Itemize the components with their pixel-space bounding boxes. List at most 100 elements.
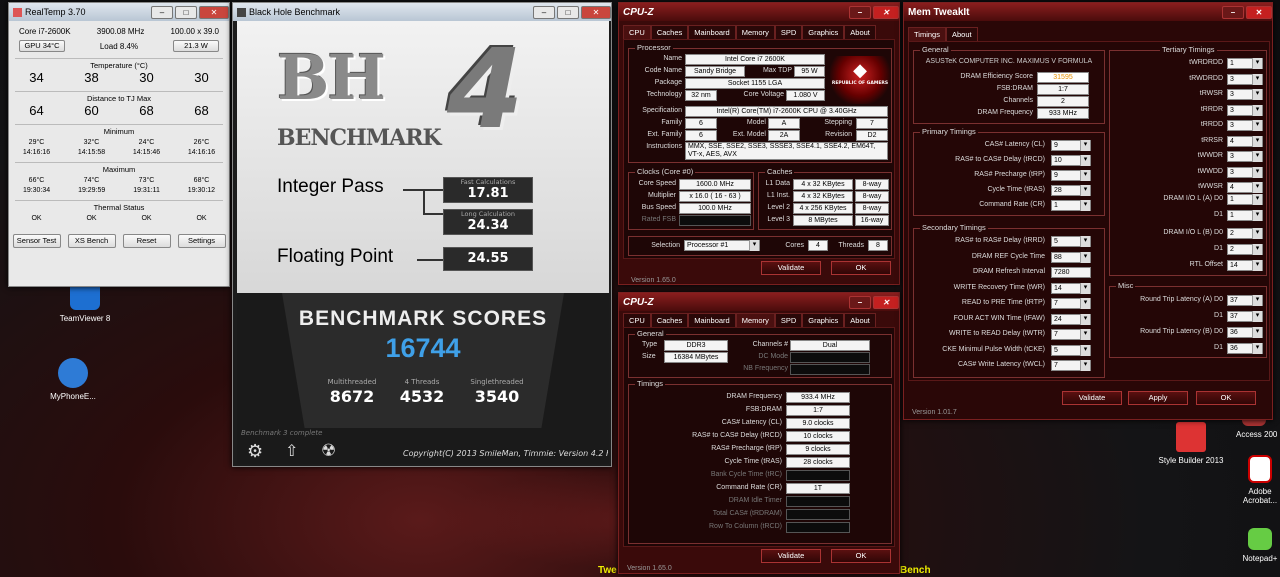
- minimize-button[interactable]: –: [151, 5, 173, 19]
- desktop-icon-style-builder[interactable]: Style Builder 2013: [1156, 422, 1226, 465]
- secondary-label: DRAM Refresh Interval: [973, 268, 1045, 275]
- close-button[interactable]: ✕: [873, 295, 899, 309]
- upload-icon[interactable]: ⇧: [285, 441, 298, 460]
- secondary-select[interactable]: 88: [1051, 251, 1091, 263]
- stepping-value: 7: [856, 118, 888, 129]
- maximize-button[interactable]: □: [557, 5, 579, 19]
- primary-select[interactable]: 1: [1051, 200, 1091, 211]
- tertiary-select[interactable]: 3: [1227, 120, 1263, 131]
- tab-caches[interactable]: Caches: [650, 25, 689, 39]
- minimize-button[interactable]: –: [1222, 5, 1244, 19]
- rtl-a-d0-select[interactable]: 37: [1227, 295, 1263, 306]
- validate-button[interactable]: Validate: [761, 549, 821, 563]
- tab-cpu[interactable]: CPU: [623, 25, 651, 39]
- tab-spd[interactable]: SPD: [774, 313, 803, 327]
- minimum-title: Minimum: [15, 124, 223, 136]
- tab-caches[interactable]: Caches: [650, 313, 689, 327]
- tab-memory[interactable]: Memory: [735, 25, 775, 39]
- secondary-select[interactable]: 14: [1051, 282, 1091, 294]
- secondary-select[interactable]: 7: [1051, 360, 1091, 371]
- tertiary-select[interactable]: 4: [1227, 182, 1263, 193]
- l2-value: 4 x 256 KBytes: [793, 203, 853, 214]
- thermal-status: OK: [31, 215, 42, 222]
- l3-value: 8 MBytes: [793, 215, 853, 226]
- tertiary-select[interactable]: 3: [1227, 104, 1263, 116]
- secondary-select[interactable]: 24: [1051, 313, 1091, 325]
- gpu-button[interactable]: GPU 34°C: [19, 40, 65, 52]
- timing-value: 933.4 MHz: [786, 392, 850, 403]
- xs-bench-button[interactable]: XS Bench: [67, 234, 116, 248]
- tab-spd[interactable]: SPD: [774, 25, 803, 39]
- minimize-button[interactable]: –: [849, 5, 871, 19]
- tab-memory[interactable]: Memory: [735, 313, 775, 327]
- dram-io-a-d1-select[interactable]: 1: [1227, 210, 1263, 221]
- cpuz-titlebar[interactable]: CPU-Z – ✕: [619, 3, 899, 21]
- desktop-icon-notepad[interactable]: Notepad+: [1240, 528, 1280, 563]
- rtl-offset-select[interactable]: 14: [1227, 260, 1263, 271]
- cpuz-titlebar[interactable]: CPU-Z – ✕: [619, 293, 899, 311]
- close-button[interactable]: ✕: [1246, 5, 1272, 19]
- primary-select[interactable]: 10: [1051, 155, 1091, 166]
- settings-gear-icon[interactable]: ⚙: [247, 441, 263, 462]
- tertiary-select[interactable]: 3: [1227, 151, 1263, 162]
- tertiary-select[interactable]: 4: [1227, 135, 1263, 147]
- rtl-b-d1-select[interactable]: 36: [1227, 343, 1263, 354]
- secondary-select[interactable]: 7: [1051, 298, 1091, 309]
- desktop-icon-acrobat[interactable]: Adobe Acrobat...: [1240, 455, 1280, 505]
- label: Type: [642, 341, 658, 348]
- style-builder-icon: [1176, 422, 1206, 452]
- minimum-times: 14:16:16 14:15:58 14:15:46 14:16:16: [9, 149, 229, 156]
- validate-button[interactable]: Validate: [1062, 391, 1122, 405]
- label: RTL Offset: [1189, 261, 1223, 268]
- tab-graphics[interactable]: Graphics: [802, 313, 845, 327]
- secondary-select[interactable]: 5: [1051, 344, 1091, 356]
- radiation-icon[interactable]: ☢: [321, 441, 336, 461]
- label: Revision: [825, 131, 852, 138]
- dram-io-a-d0-select[interactable]: 1: [1227, 194, 1263, 205]
- tab-graphics[interactable]: Graphics: [802, 25, 845, 39]
- reset-button[interactable]: Reset: [122, 234, 171, 248]
- secondary-select[interactable]: 5: [1051, 236, 1091, 247]
- close-button[interactable]: ✕: [199, 5, 229, 19]
- tab-mainboard[interactable]: Mainboard: [688, 25, 736, 39]
- primary-select[interactable]: 9: [1051, 140, 1091, 151]
- tab-about[interactable]: About: [945, 27, 978, 41]
- primary-select[interactable]: 28: [1051, 185, 1091, 196]
- tab-about[interactable]: About: [844, 25, 876, 39]
- close-button[interactable]: ✕: [873, 5, 899, 19]
- minimize-button[interactable]: –: [533, 5, 555, 19]
- rtl-b-d0-select[interactable]: 36: [1227, 327, 1263, 338]
- sensor-test-button[interactable]: Sensor Test: [12, 234, 61, 248]
- tertiary-select[interactable]: 1: [1227, 58, 1263, 69]
- dram-io-b-d1-select[interactable]: 2: [1227, 244, 1263, 255]
- bh-titlebar[interactable]: Black Hole Benchmark – □ ✕: [233, 3, 611, 21]
- label: Stepping: [824, 119, 852, 126]
- memtweakit-titlebar[interactable]: Mem TweakIt – ✕: [904, 3, 1272, 21]
- ok-button[interactable]: OK: [1196, 391, 1256, 405]
- desktop-icon-myphone[interactable]: MyPhoneE...: [33, 358, 113, 401]
- maximize-button[interactable]: □: [175, 5, 197, 19]
- primary-select[interactable]: 9: [1051, 170, 1091, 181]
- tab-mainboard[interactable]: Mainboard: [688, 313, 736, 327]
- processor-select[interactable]: Processor #1: [684, 240, 760, 251]
- tab-about[interactable]: About: [844, 313, 876, 327]
- rtl-a-d1-select[interactable]: 37: [1227, 311, 1263, 322]
- close-button[interactable]: ✕: [581, 5, 611, 19]
- validate-button[interactable]: Validate: [761, 261, 821, 275]
- settings-button[interactable]: Settings: [177, 234, 226, 248]
- minimize-button[interactable]: –: [849, 295, 871, 309]
- timing-value: 9 clocks: [786, 444, 850, 455]
- desktop-icon-label: Access 200: [1236, 430, 1278, 439]
- secondary-select[interactable]: 7: [1051, 329, 1091, 340]
- apply-button[interactable]: Apply: [1128, 391, 1188, 405]
- tab-cpu[interactable]: CPU: [623, 313, 651, 327]
- power-button[interactable]: 21.3 W: [172, 40, 219, 52]
- tab-timings[interactable]: Timings: [908, 27, 946, 41]
- realtemp-titlebar[interactable]: RealTemp 3.70 – □ ✕: [9, 3, 229, 21]
- tertiary-select[interactable]: 3: [1227, 73, 1263, 85]
- tertiary-select[interactable]: 3: [1227, 166, 1263, 178]
- ok-button[interactable]: OK: [831, 261, 891, 275]
- ok-button[interactable]: OK: [831, 549, 891, 563]
- dram-io-b-d0-select[interactable]: 2: [1227, 228, 1263, 239]
- tertiary-select[interactable]: 3: [1227, 89, 1263, 100]
